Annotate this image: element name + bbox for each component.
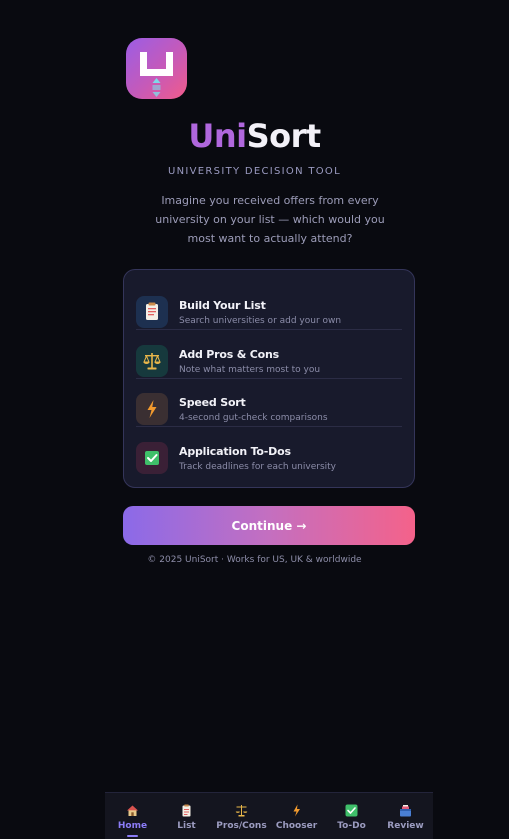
ballot-box-icon (400, 805, 411, 817)
app-title: UniSort (0, 117, 509, 155)
intro-text: Imagine you received offers from every u… (155, 194, 385, 245)
feature-title: Speed Sort (179, 396, 246, 409)
nav-item-pros-cons[interactable]: Pros/Cons (214, 793, 269, 839)
footer-note: © 2025 UniSort · Works for US, UK & worl… (147, 555, 362, 565)
nav-item-review[interactable]: Review (378, 793, 433, 839)
nav-label: To-Do (337, 821, 366, 831)
feature-title: Add Pros & Cons (179, 348, 279, 361)
divider (136, 426, 402, 427)
nav-label: Review (387, 821, 424, 831)
nav-label: List (177, 821, 196, 831)
feature-title: Application To-Dos (179, 445, 291, 458)
feature-application-todos: Application To-Dos Track deadlines for e… (136, 434, 402, 482)
feature-description: Search universities or add your own (179, 316, 342, 326)
nav-label: Chooser (275, 821, 318, 831)
feature-description: Track deadlines for each university (179, 462, 336, 472)
app-title-part2: Sort (246, 117, 322, 155)
divider (136, 329, 402, 330)
scales-icon (235, 805, 248, 817)
unisort-logo-icon (126, 38, 187, 99)
active-indicator (127, 835, 138, 837)
features-card: Build Your List Search universities or a… (123, 269, 415, 488)
nav-label: Pros/Cons (216, 821, 267, 831)
checkbox-icon (345, 804, 358, 817)
app-title-part1: Uni (188, 117, 247, 155)
nav-label: Home (117, 821, 148, 831)
nav-item-todo[interactable]: To-Do (324, 793, 379, 839)
clipboard-icon (136, 296, 168, 328)
nav-item-list[interactable]: List (159, 793, 214, 839)
clipboard-icon (182, 804, 191, 817)
nav-item-chooser[interactable]: Chooser (269, 793, 324, 839)
continue-button[interactable]: Continue → (123, 506, 415, 545)
nav-item-home[interactable]: Home (105, 793, 160, 839)
lightning-icon (136, 393, 168, 425)
bottom-nav: Home List Pros/Cons Chooser To-Do Review (105, 792, 433, 839)
welcome-screen: UniSort UNIVERSITY DECISION TOOL Imagine… (0, 0, 509, 839)
house-icon (127, 805, 138, 816)
scales-icon (136, 345, 168, 377)
checkbox-icon (136, 442, 168, 474)
feature-description: 4-second gut-check comparisons (179, 413, 328, 423)
app-subtitle: UNIVERSITY DECISION TOOL (168, 166, 341, 177)
feature-description: Note what matters most to you (179, 365, 321, 375)
divider (136, 378, 402, 379)
lightning-icon (293, 804, 300, 817)
feature-title: Build Your List (179, 299, 266, 312)
